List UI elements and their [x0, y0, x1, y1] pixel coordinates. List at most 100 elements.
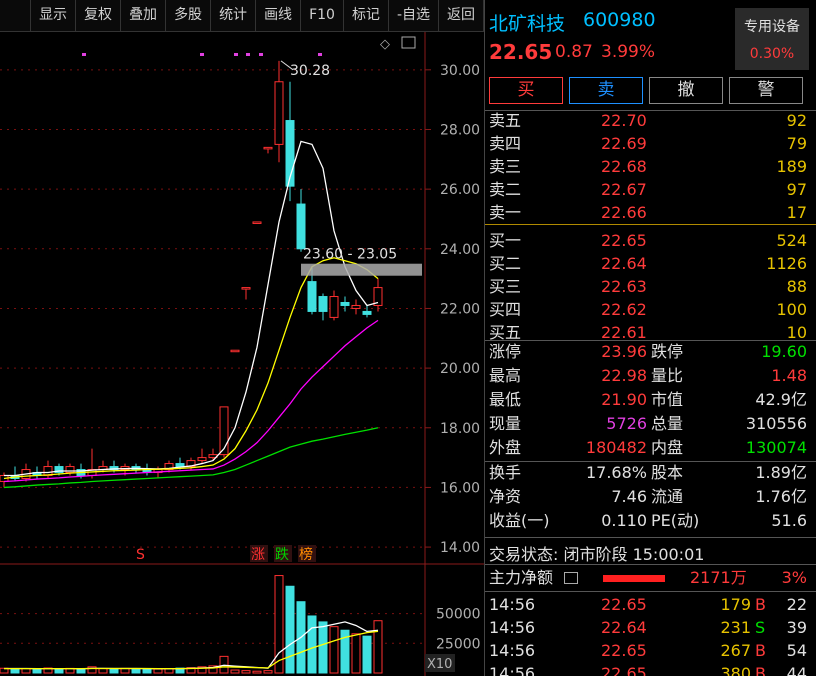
volume-bar [307, 615, 317, 674]
tick-volume: 380 [720, 664, 751, 676]
tick-time: 14:56 [489, 664, 536, 676]
tick-side: S [755, 618, 766, 637]
volume-bar [373, 620, 383, 674]
tick-count: 22 [786, 595, 807, 614]
y-tick-label: 30.00 [440, 63, 480, 79]
f10-button[interactable]: F10 [301, 0, 344, 31]
order-volume: 1126 [766, 254, 807, 273]
list-icon[interactable] [564, 572, 578, 584]
price-change: 0.87 [555, 42, 593, 62]
overlay-button[interactable]: 叠加 [121, 0, 167, 31]
signal-dot [318, 53, 322, 56]
stat-value: 180482 [585, 438, 647, 457]
range-band [301, 263, 422, 276]
order-level-label: 卖二 [489, 180, 522, 199]
mark-button[interactable]: 标记 [344, 0, 389, 31]
trading-status: 交易状态: 闭市阶段 15:00:01 [489, 545, 705, 564]
tick-volume: 231 [720, 618, 751, 637]
draw-line-button[interactable]: 画线 [256, 0, 302, 31]
order-price: 22.66 [601, 203, 647, 222]
alert-button[interactable]: 警 [729, 77, 803, 104]
candle-body [230, 349, 240, 353]
display-button[interactable]: 显示 [31, 0, 77, 31]
order-price: 22.69 [601, 134, 647, 153]
sell-order-row[interactable]: 卖一 22.66 17 [485, 201, 816, 224]
volume-chart: 50000 25000 X10 [0, 575, 481, 674]
order-level-label: 卖一 [489, 203, 522, 222]
main-flow-row[interactable]: 主力净额 2171万 3% [485, 566, 816, 590]
sector-badge[interactable]: 专用设备 0.30% [735, 8, 809, 70]
order-level-label: 买四 [489, 300, 522, 319]
tick-price: 22.65 [601, 664, 647, 676]
statistics-button[interactable]: 统计 [211, 0, 257, 31]
adjust-button[interactable]: 复权 [76, 0, 122, 31]
order-volume: 524 [776, 231, 807, 250]
tick-row[interactable]: 14:56 22.65 179 B 22 [485, 593, 816, 616]
tick-side: B [755, 664, 766, 676]
chart-toolbar: 显示 复权 叠加 多股 统计 画线 F10 标记 -自选 返回 [0, 0, 484, 32]
sell-order-row[interactable]: 卖五 22.70 92 [485, 109, 816, 132]
tick-row[interactable]: 14:56 22.65 267 B 54 [485, 639, 816, 662]
tick-volume: 179 [720, 595, 751, 614]
buy-order-row[interactable]: 买四 22.62 100 [485, 298, 816, 321]
stat-label: 换手 [489, 463, 522, 482]
stat-label: 净资 [489, 487, 522, 506]
buy-order-row[interactable]: 买三 22.63 88 [485, 275, 816, 298]
multi-stock-button[interactable]: 多股 [166, 0, 212, 31]
candle-body [296, 203, 306, 250]
window-icon [401, 36, 416, 49]
order-price: 22.68 [601, 157, 647, 176]
event-marker: 涨 [251, 547, 265, 563]
order-price: 22.64 [601, 254, 647, 273]
stat-label: 涨停 [489, 342, 522, 361]
candle-body [340, 301, 350, 306]
signal-dot [246, 53, 250, 56]
stat-label: 总量 [651, 414, 684, 433]
main-flow-value: 2171万 [690, 568, 747, 587]
y-tick-label: 28.00 [440, 122, 480, 138]
sell-order-row[interactable]: 卖四 22.69 79 [485, 132, 816, 155]
stat-label: 外盘 [489, 438, 522, 457]
candle-body [362, 310, 372, 315]
stat-row: 换手 17.68% 股本 1.89亿 [485, 461, 816, 485]
current-price: 22.65 [489, 40, 553, 64]
stat-label: 现量 [489, 414, 522, 433]
volume-bar [76, 668, 86, 674]
sell-order-row[interactable]: 卖二 22.67 97 [485, 178, 816, 201]
tick-side: B [755, 641, 766, 660]
order-price: 22.70 [601, 111, 647, 130]
candle-body [252, 221, 262, 224]
stat-label: 量比 [651, 366, 684, 385]
remove-watchlist-button[interactable]: -自选 [389, 0, 439, 31]
tick-count: 39 [786, 618, 807, 637]
tick-row[interactable]: 14:56 22.65 380 B 44 [485, 662, 816, 676]
buy-order-row[interactable]: 买一 22.65 524 [485, 229, 816, 252]
stat-label: PE(动) [651, 511, 700, 530]
event-marker: 榜 [299, 546, 313, 563]
sell-order-row[interactable]: 卖三 22.68 189 [485, 155, 816, 178]
tick-price: 22.65 [601, 595, 647, 614]
stat-value: 310556 [745, 414, 807, 433]
stat-row: 现量 5726 总量 310556 [485, 412, 816, 436]
y-tick-label: 16.00 [440, 480, 480, 496]
sell-button[interactable]: 卖 [569, 77, 643, 104]
candle-body [329, 296, 339, 318]
divider [485, 564, 816, 565]
tick-time: 14:56 [489, 641, 536, 660]
price-change-pct: 3.99% [601, 42, 656, 62]
order-price: 22.62 [601, 300, 647, 319]
buy-button[interactable]: 买 [489, 77, 563, 104]
cancel-order-button[interactable]: 撤 [649, 77, 723, 104]
buy-order-row[interactable]: 买二 22.64 1126 [485, 252, 816, 275]
order-volume: 100 [776, 300, 807, 319]
stat-value: 1.89亿 [755, 463, 807, 482]
kline-chart[interactable]: 30.00 28.00 26.00 24.00 22.00 20.00 18.00 16.00… [0, 32, 484, 676]
y-tick-label: 14.00 [440, 540, 480, 556]
back-button[interactable]: 返回 [439, 0, 484, 31]
signal-dot [234, 53, 238, 56]
order-price: 22.63 [601, 277, 647, 296]
volume-bar [274, 575, 284, 674]
signal-dot [259, 53, 263, 56]
order-volume: 92 [786, 111, 807, 130]
tick-row[interactable]: 14:56 22.64 231 S 39 [485, 616, 816, 639]
